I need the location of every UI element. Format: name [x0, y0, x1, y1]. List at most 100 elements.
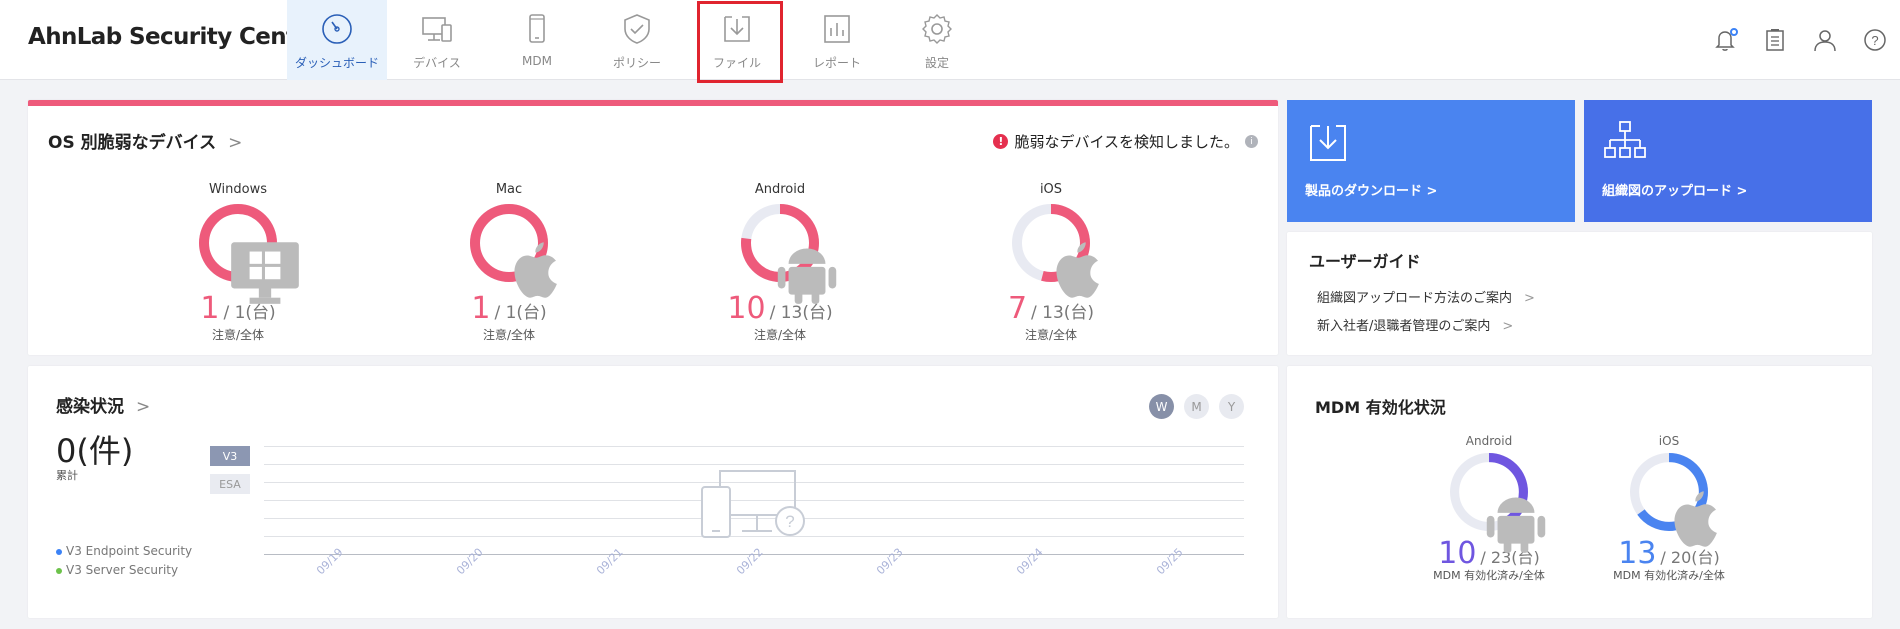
tab-v3[interactable]: V3 [210, 446, 250, 466]
os-name: iOS [1039, 182, 1063, 197]
org-chart-upload-label: 組織図のアップロード > [1602, 184, 1748, 199]
mdm-os-name: iOS [1658, 434, 1680, 448]
main-nav: ダッシュボード デバイス MDM ポリシー ファイル レポート 設定 [287, 0, 987, 83]
account-button[interactable] [1800, 0, 1850, 80]
x-tick-label: 09/19 [314, 545, 346, 578]
tab-esa[interactable]: ESA [210, 474, 250, 494]
os-count-value: 1 [471, 291, 491, 326]
nav-file[interactable]: ファイル [687, 0, 787, 83]
os-donut [740, 203, 837, 304]
speedometer-icon [322, 14, 352, 44]
info-icon[interactable]: i [1245, 135, 1258, 148]
no-data-illustration-icon: ? [701, 470, 805, 538]
help-button[interactable]: ? [1850, 0, 1900, 80]
period-year-button[interactable]: Y [1219, 394, 1244, 419]
os-count-caption: 注意/全体 [211, 328, 265, 342]
notifications-button[interactable] [1700, 0, 1750, 80]
x-tick-label: 09/25 [1154, 545, 1186, 578]
android-icon [767, 230, 837, 304]
infection-count: 0(件) [56, 432, 134, 470]
gear-icon [922, 14, 952, 44]
nav-dashboard-label: ダッシュボード [294, 56, 379, 70]
nav-devices[interactable]: デバイス [387, 0, 487, 80]
apple-icon [496, 230, 557, 298]
chevron-right-icon: > [136, 397, 151, 417]
legend-v3-endpoint: V3 Endpoint Security [56, 544, 192, 558]
nav-report-label: レポート [812, 56, 861, 70]
mdm-item-ios[interactable]: iOS 13/ 20(台) MDM 有効化済み/全体 [1569, 434, 1769, 583]
nav-dashboard[interactable]: ダッシュボード [287, 0, 387, 80]
download-icon [1310, 125, 1346, 161]
mdm-donut [1629, 452, 1717, 547]
alert-text: 脆弱なデバイスを検知しました。 [1014, 133, 1239, 151]
nav-policy-label: ポリシー [612, 56, 661, 70]
mdm-count-caption: MDM 有効化済み/全体 [1613, 569, 1725, 582]
nav-mdm[interactable]: MDM [487, 0, 587, 80]
clipboard-icon [1766, 29, 1784, 51]
os-donut [469, 203, 557, 298]
brand-logo[interactable]: AhnLab Security Center [28, 24, 323, 50]
devices-icon [422, 17, 452, 42]
os-card-title-text: OS 別脆弱なデバイス [48, 133, 217, 153]
user-guide-title: ユーザーガイド [1309, 252, 1421, 271]
mdm-count-value: 13 [1618, 536, 1657, 571]
os-item-ios[interactable]: iOS 7/ 13(台) 注意/全体 [951, 182, 1151, 343]
mdm-title: MDM 有効化状況 [1315, 398, 1446, 417]
os-vulnerable-card: OS 別脆弱なデバイス > ! 脆弱なデバイスを検知しました。 i Windows… [28, 100, 1278, 355]
os-donut [198, 203, 299, 304]
org-chart-upload-tile[interactable]: 組織図のアップロード > [1584, 100, 1872, 222]
infection-title-text: 感染状況 [56, 397, 124, 417]
os-name: Windows [208, 182, 268, 197]
os-count-value: 10 [727, 291, 766, 326]
task-list-button[interactable] [1750, 0, 1800, 80]
os-item-windows[interactable]: Windows 1/ 1(台) 注意/全体 [138, 182, 338, 343]
legend-v3-endpoint-label: V3 Endpoint Security [66, 544, 193, 558]
nav-policy[interactable]: ポリシー [587, 0, 687, 80]
grid-line [264, 446, 1244, 447]
os-card-title[interactable]: OS 別脆弱なデバイス > [48, 128, 242, 153]
product-download-tile[interactable]: 製品のダウンロード > [1287, 100, 1575, 222]
header-actions: ? [1700, 0, 1900, 80]
nav-mdm-label: MDM [522, 54, 552, 68]
x-tick-label: 09/21 [594, 545, 626, 578]
os-item-android[interactable]: Android 10/ 13(台) 注意/全体 [680, 182, 880, 343]
windows-icon [225, 230, 299, 304]
x-tick-label: 09/20 [454, 545, 486, 578]
grid-line [264, 464, 1244, 465]
top-bar: AhnLab Security Center ダッシュボード デバイス MDM … [0, 0, 1900, 83]
nav-settings-label: 設定 [924, 56, 949, 70]
guide-link-org-upload-text: 組織図アップロード方法のご案内 [1317, 291, 1513, 306]
os-item-mac[interactable]: Mac 1/ 1(台) 注意/全体 [409, 182, 609, 343]
period-month-button[interactable]: M [1184, 394, 1209, 419]
mdm-donut [1449, 452, 1546, 553]
infection-title[interactable]: 感染状況 > [56, 392, 150, 417]
chevron-right-icon: > [1524, 291, 1535, 306]
nav-settings[interactable]: 設定 [887, 0, 987, 80]
guide-link-joiner-leaver[interactable]: 新入社者/退職者管理のご案内 > [1317, 315, 1513, 334]
nav-file-label: ファイル [712, 56, 761, 70]
smartphone-icon [529, 14, 545, 43]
mdm-item-android[interactable]: Android 10/ 23(台) MDM 有効化済み/全体 [1389, 434, 1589, 583]
os-name: Android [754, 182, 806, 197]
os-donut [1011, 203, 1099, 298]
report-chart-icon [824, 15, 850, 43]
os-count-value: 1 [200, 291, 220, 326]
os-count-caption: 注意/全体 [753, 328, 807, 342]
period-week-button[interactable]: W [1149, 394, 1174, 419]
guide-link-joiner-leaver-text: 新入社者/退職者管理のご案内 [1317, 319, 1491, 334]
infection-status-card: 感染状況 > 0(件) 累計 W M Y V3 ESA ? 09/19 09/20 0… [28, 366, 1278, 618]
nav-report[interactable]: レポート [787, 0, 887, 80]
os-count-value: 7 [1007, 291, 1028, 326]
svg-text:?: ? [1871, 33, 1878, 48]
mdm-count-caption: MDM 有効化済み/全体 [1433, 569, 1545, 582]
legend-dot [56, 548, 62, 555]
svg-text:?: ? [785, 512, 794, 531]
guide-link-org-upload[interactable]: 組織図アップロード方法のご案内 > [1317, 287, 1535, 306]
os-name: Mac [495, 182, 523, 197]
chevron-right-icon: > [1502, 319, 1514, 334]
legend-dot [56, 567, 62, 574]
help-icon: ? [1864, 29, 1886, 51]
apple-icon [1656, 479, 1717, 547]
nav-devices-label: デバイス [413, 56, 461, 70]
legend-v3-server-label: V3 Server Security [66, 563, 179, 577]
